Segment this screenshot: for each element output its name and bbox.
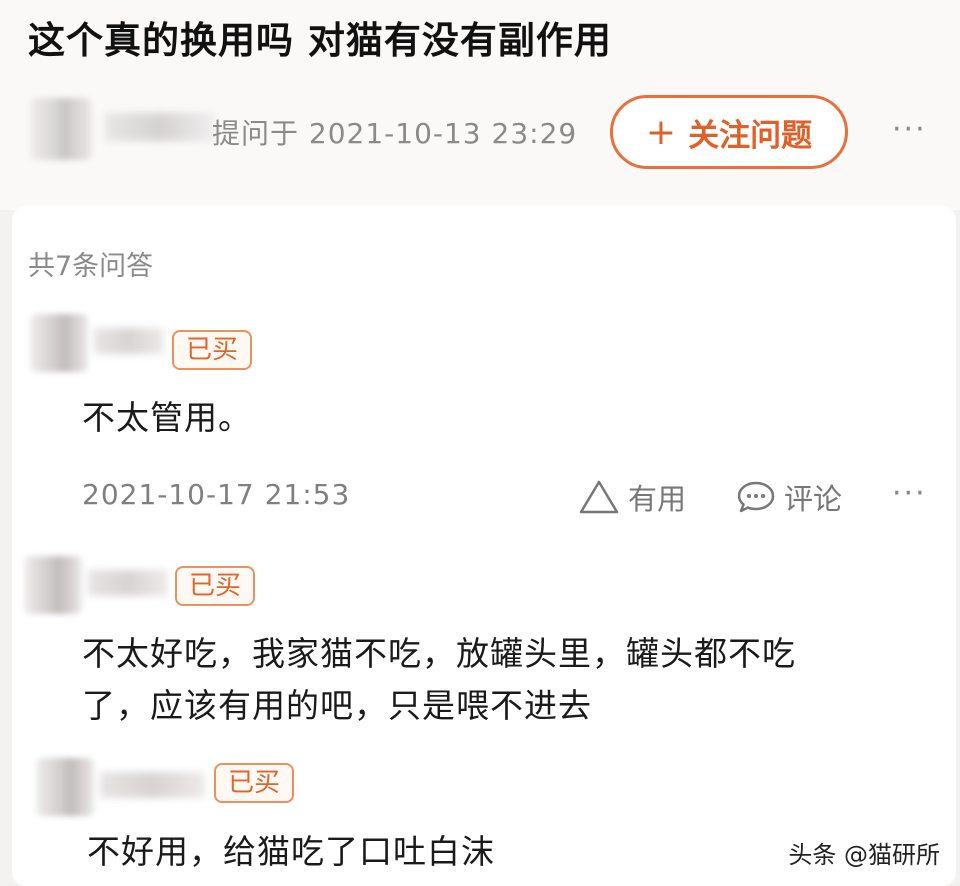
answers-panel: 共7条问答 已买 不太管用。 2021-10-17 21:53 有用 评论 ··… bbox=[12, 206, 956, 886]
plus-icon: + bbox=[645, 111, 677, 153]
comment-label: 评论 bbox=[784, 482, 843, 516]
follow-question-button[interactable]: + 关注问题 bbox=[610, 95, 848, 169]
follow-question-label: 关注问题 bbox=[688, 117, 813, 154]
question-more-icon[interactable]: ··· bbox=[892, 112, 927, 147]
username-blurred[interactable] bbox=[100, 772, 205, 798]
comment-bubble-icon bbox=[737, 481, 775, 513]
username-blurred[interactable] bbox=[94, 328, 164, 354]
avatar[interactable] bbox=[24, 556, 82, 614]
purchased-badge: 已买 bbox=[214, 763, 295, 803]
asked-timestamp: 提问于 2021-10-13 23:29 bbox=[212, 117, 578, 150]
asker-avatar[interactable] bbox=[30, 98, 92, 160]
avatar[interactable] bbox=[36, 758, 94, 816]
answer-count: 共7条问答 bbox=[28, 251, 154, 282]
username-blurred[interactable] bbox=[88, 570, 168, 596]
purchased-badge: 已买 bbox=[172, 330, 253, 370]
useful-label: 有用 bbox=[628, 482, 687, 516]
answer-text: 不好用，给猫吃了口吐白沫 bbox=[87, 832, 495, 871]
answer-date: 2021-10-17 21:53 bbox=[82, 478, 351, 511]
answer-text-line-1: 不太好吃，我家猫不吃，放罐头里，罐头都不吃 bbox=[82, 634, 796, 673]
answer-text: 不太管用。 bbox=[82, 398, 252, 437]
comment-button[interactable]: 评论 bbox=[736, 476, 842, 518]
useful-button[interactable]: 有用 bbox=[578, 476, 686, 518]
purchased-badge: 已买 bbox=[175, 566, 256, 606]
asker-name-blurred[interactable] bbox=[105, 113, 215, 141]
triangle-up-icon bbox=[579, 480, 619, 514]
question-header: 这个真的换用吗 对猫有没有副作用 提问于 2021-10-13 23:29 + … bbox=[0, 0, 960, 210]
answer-text-line-2: 了，应该有用的吧，只是喂不进去 bbox=[82, 686, 592, 725]
question-title: 这个真的换用吗 对猫有没有副作用 bbox=[28, 19, 612, 62]
avatar[interactable] bbox=[30, 314, 88, 372]
watermark: 头条 @猫研所 bbox=[788, 841, 940, 869]
answer-more-icon[interactable]: ··· bbox=[892, 476, 927, 511]
